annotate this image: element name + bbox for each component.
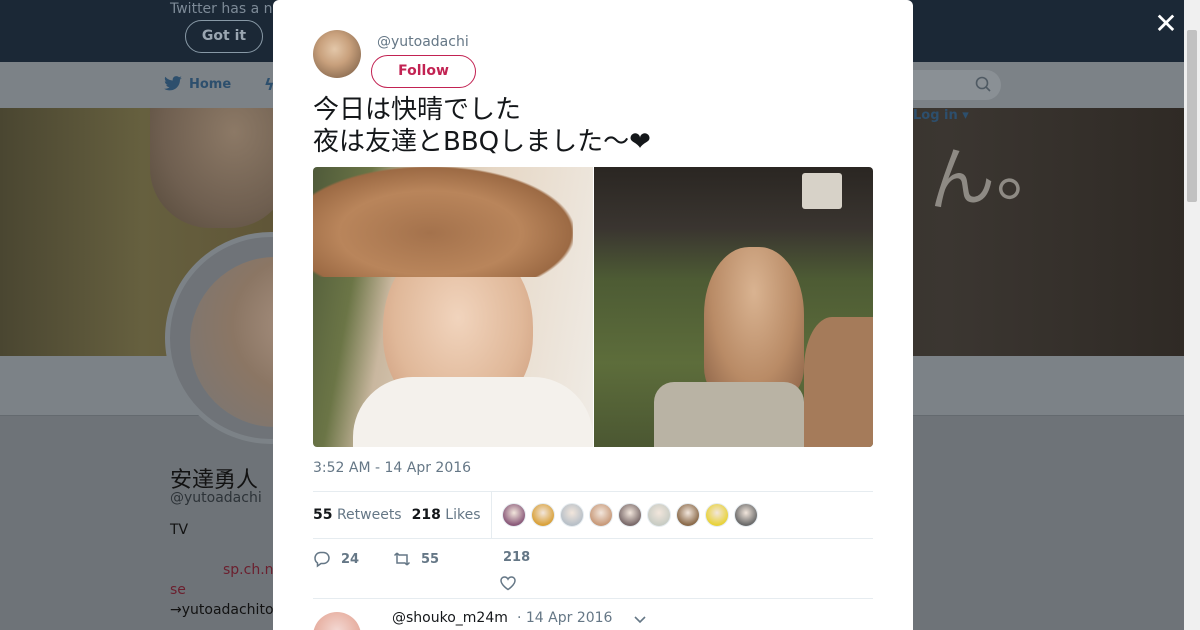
retweet-stat[interactable]: 55 Retweets xyxy=(313,507,402,523)
bio-line-3: →yutoadachito xyxy=(170,602,274,618)
banner-photo xyxy=(150,108,290,228)
reply-date[interactable]: · 14 Apr 2016 xyxy=(517,610,612,626)
liker-avatar[interactable] xyxy=(588,503,613,527)
close-icon[interactable]: ✕ xyxy=(1152,10,1180,38)
bio-link[interactable]: sp.ch.n xyxy=(223,562,274,578)
reply-count: 24 xyxy=(341,551,360,567)
tweet-actions: 24 55 218 xyxy=(313,550,613,594)
author-avatar[interactable] xyxy=(313,30,361,78)
retweet-count: 55 xyxy=(421,551,440,567)
stats-separator xyxy=(490,492,492,538)
reply-avatar[interactable] xyxy=(313,612,361,630)
likers-avatars xyxy=(501,503,758,527)
likes-label: Likes xyxy=(445,507,481,523)
retweets-count: 55 xyxy=(313,507,333,523)
liker-avatar[interactable] xyxy=(559,503,584,527)
divider xyxy=(313,538,873,539)
banner-handwriting: ん。 xyxy=(921,125,1067,224)
liker-avatar[interactable] xyxy=(704,503,729,527)
reply-tweet: @shouko_m24m · 14 Apr 2016 xyxy=(313,606,873,630)
likes-stat[interactable]: 218 Likes xyxy=(412,507,481,523)
bio-line: TV xyxy=(170,522,189,538)
search-box[interactable] xyxy=(913,70,1001,100)
tweet-timestamp[interactable]: 3:52 AM - 14 Apr 2016 xyxy=(313,460,471,476)
liker-avatar[interactable] xyxy=(675,503,700,527)
tweet-modal: @yutoadachi Follow 今日は快晴でした 夜は友達とBBQしました… xyxy=(273,0,913,630)
bio-link-2[interactable]: se xyxy=(170,582,186,598)
got-it-button[interactable]: Got it xyxy=(185,20,263,53)
tweet-text: 今日は快晴でした 夜は友達とBBQしました〜❤ xyxy=(313,95,651,157)
retweet-icon xyxy=(393,552,411,566)
tweet-media xyxy=(313,167,873,447)
search-icon xyxy=(975,76,991,92)
login-label: Log in xyxy=(913,108,958,123)
likes-count: 218 xyxy=(411,507,441,523)
heart-icon xyxy=(500,576,516,591)
reply-icon xyxy=(314,551,330,568)
divider xyxy=(313,598,873,599)
login-link[interactable]: Log in ▾ xyxy=(913,108,969,123)
like-action[interactable] xyxy=(499,574,517,592)
nav-home-label: Home xyxy=(189,76,232,92)
tweet-stats: 55 Retweets 218 Likes xyxy=(313,492,873,538)
tweet-photo-2[interactable] xyxy=(593,167,873,447)
twitter-bird-icon xyxy=(164,76,182,91)
reply-handle[interactable]: @shouko_m24m xyxy=(392,610,508,626)
chevron-down-icon[interactable] xyxy=(633,612,647,626)
author-handle[interactable]: @yutoadachi xyxy=(377,34,469,50)
retweets-label: Retweets xyxy=(336,507,402,523)
profile-handle: @yutoadachi xyxy=(170,490,262,506)
liker-avatar[interactable] xyxy=(617,503,642,527)
liker-avatar[interactable] xyxy=(646,503,671,527)
retweet-action[interactable]: 55 xyxy=(393,550,439,568)
notice-text: Twitter has a n xyxy=(170,1,273,17)
reply-action[interactable]: 24 xyxy=(313,550,359,568)
liker-avatar[interactable] xyxy=(733,503,758,527)
scrollbar[interactable] xyxy=(1184,0,1200,630)
like-count-label: 218 xyxy=(503,550,530,565)
like-count: 218 xyxy=(503,550,531,565)
liker-avatar[interactable] xyxy=(530,503,555,527)
nav-home[interactable]: Home xyxy=(163,76,231,92)
tweet-photo-1[interactable] xyxy=(313,167,593,447)
follow-button[interactable]: Follow xyxy=(371,55,476,88)
liker-avatar[interactable] xyxy=(501,503,526,527)
scrollbar-thumb[interactable] xyxy=(1187,30,1197,202)
